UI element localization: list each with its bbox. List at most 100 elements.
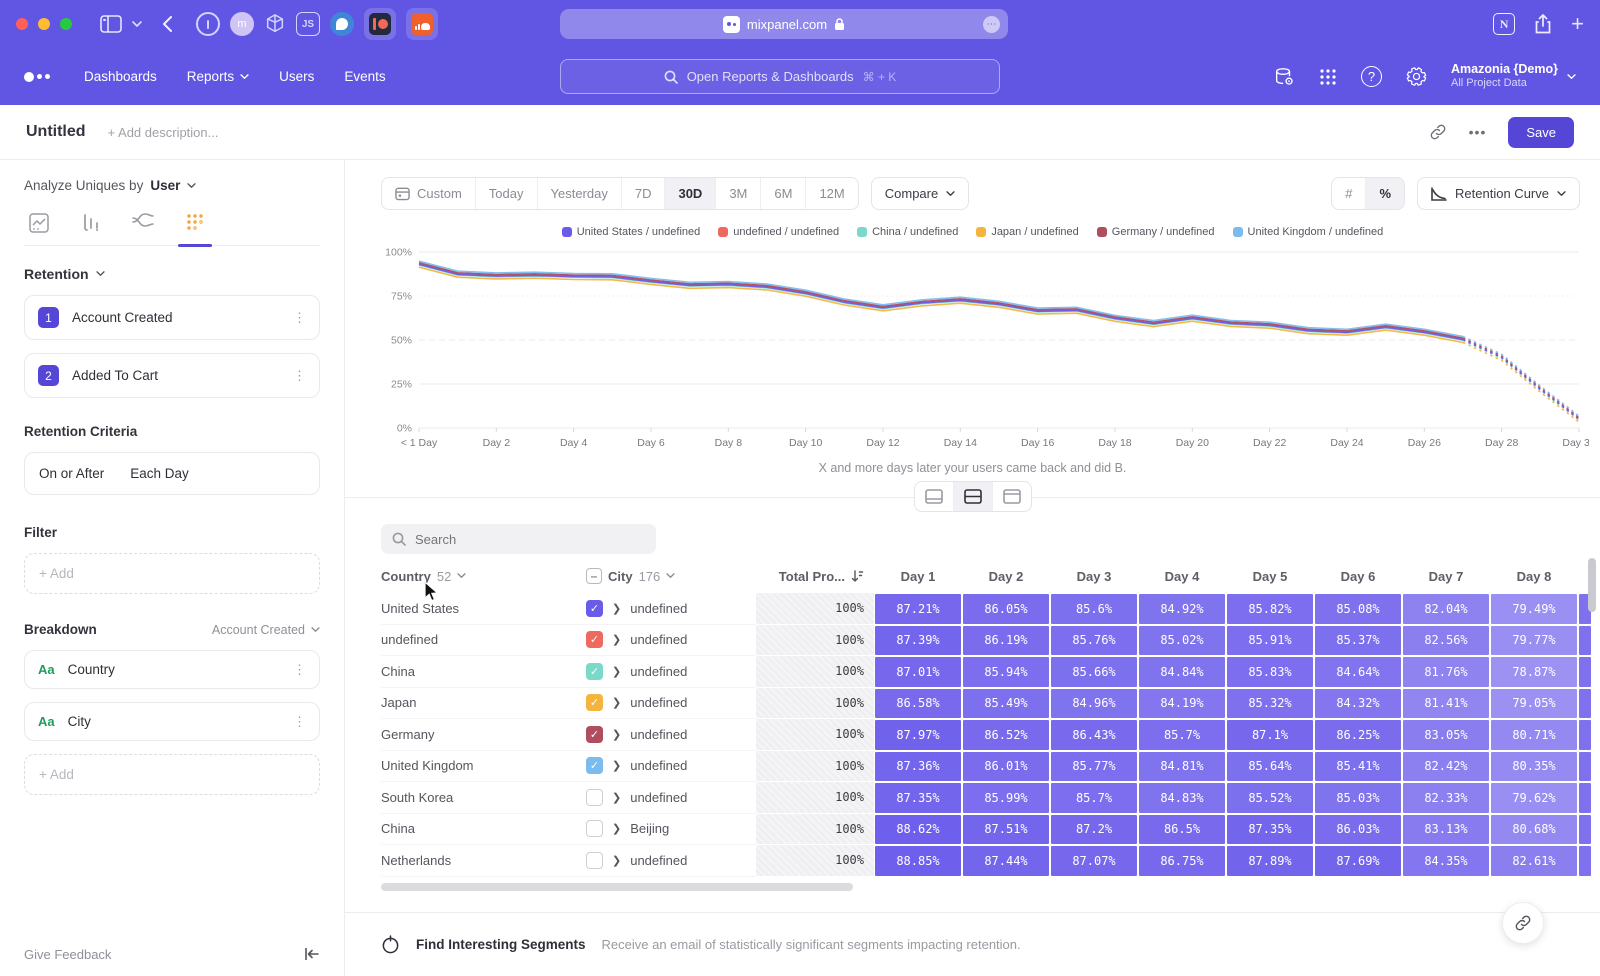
collapse-sidebar-icon[interactable] [304,947,320,961]
breakdown-event-selector[interactable]: Account Created [212,623,320,637]
bird-extension-icon[interactable] [330,12,354,36]
day-column-header[interactable]: Day 1 [874,569,962,584]
day-column-header[interactable]: Day 8 [1490,569,1578,584]
unit-number-toggle[interactable]: # [1332,178,1366,209]
expand-row-icon[interactable]: ❯ [612,696,621,709]
range-today[interactable]: Today [476,178,538,209]
window-zoom-button[interactable] [60,18,72,30]
expand-row-icon[interactable]: ❯ [612,854,621,867]
expand-row-icon[interactable]: ❯ [612,791,621,804]
select-all-checkbox[interactable]: – [586,568,602,584]
share-icon[interactable] [1535,14,1551,34]
url-more-icon[interactable]: ⋯ [983,16,1000,33]
retention-section-label[interactable]: Retention [24,266,89,282]
tab-flows[interactable] [128,213,158,233]
back-icon[interactable] [162,16,172,32]
row-checkbox[interactable]: ✓ [586,631,603,648]
cube-extension-icon[interactable] [264,13,286,35]
share-link-fab[interactable] [1502,902,1544,944]
breakdown-add-button[interactable]: + Add [24,754,320,795]
js-extension-icon[interactable]: JS [296,12,320,36]
find-segments-title[interactable]: Find Interesting Segments [416,937,586,952]
retention-criteria-card[interactable]: On or After Each Day [24,452,320,495]
range-12m[interactable]: 12M [806,178,857,209]
range-custom[interactable]: Custom [382,178,476,209]
horizontal-scrollbar[interactable] [381,883,853,891]
kebab-menu-icon[interactable]: ⋮ [293,372,306,380]
kebab-menu-icon[interactable]: ⋮ [293,314,306,322]
range-6m[interactable]: 6M [761,178,806,209]
range-7d[interactable]: 7D [622,178,666,209]
global-search-button[interactable]: Open Reports & Dashboards ⌘ + K [560,59,1000,94]
give-feedback-link[interactable]: Give Feedback [24,947,111,962]
analyze-uniques-value[interactable]: User [150,178,180,193]
day-column-header[interactable]: Day 2 [962,569,1050,584]
row-checkbox[interactable]: ✓ [586,600,603,617]
filter-add-button[interactable]: + Add [24,553,320,594]
m-extension-icon[interactable]: m [230,12,254,36]
tab-overview-chevron-icon[interactable] [132,21,142,28]
window-minimize-button[interactable] [38,18,50,30]
legend-item[interactable]: United Kingdom / undefined [1233,226,1384,238]
city-column-header[interactable]: – City176 [586,568,756,584]
expand-row-icon[interactable]: ❯ [612,822,621,835]
nav-item-dashboards[interactable]: Dashboards [84,69,157,84]
legend-item[interactable]: United States / undefined [562,226,701,238]
report-title[interactable]: Untitled [26,123,86,141]
compare-button[interactable]: Compare [871,177,969,210]
row-checkbox[interactable]: ✓ [586,726,603,743]
range-3m[interactable]: 3M [716,178,761,209]
day-column-header[interactable]: Day 5 [1226,569,1314,584]
row-checkbox[interactable]: ✓ [586,663,603,680]
tab-funnels[interactable] [76,213,106,233]
legend-item[interactable]: Japan / undefined [976,226,1078,238]
legend-item[interactable]: undefined / undefined [718,226,839,238]
tab-retention[interactable] [180,213,210,233]
range-yesterday[interactable]: Yesterday [538,178,622,209]
kebab-menu-icon[interactable]: ⋮ [293,666,306,674]
row-checkbox[interactable] [586,852,603,869]
data-management-icon[interactable] [1273,66,1295,88]
help-icon[interactable]: ? [1361,66,1382,87]
unit-percent-toggle[interactable]: % [1366,178,1404,209]
window-close-button[interactable] [16,18,28,30]
row-checkbox[interactable] [586,789,603,806]
new-tab-icon[interactable]: + [1571,11,1584,37]
nav-item-reports[interactable]: Reports [187,69,249,84]
more-options-icon[interactable]: ••• [1469,124,1487,140]
nav-item-users[interactable]: Users [279,69,314,84]
retention-step-2[interactable]: 2Added To Cart⋮ [24,353,320,398]
expand-row-icon[interactable]: ❯ [612,759,621,772]
breakdown-city[interactable]: AaCity⋮ [24,702,320,741]
expand-row-icon[interactable]: ❯ [612,728,621,741]
mixpanel-logo[interactable] [24,72,50,82]
table-search[interactable] [381,524,656,554]
vertical-scrollbar[interactable] [1588,558,1596,612]
onepassword-extension-icon[interactable] [196,12,220,36]
breakdown-country[interactable]: AaCountry⋮ [24,650,320,689]
total-column-header[interactable]: Total Pro... [756,569,874,584]
row-checkbox[interactable]: ✓ [586,757,603,774]
sidebar-toggle-icon[interactable] [100,15,122,33]
expand-row-icon[interactable]: ❯ [612,665,621,678]
soundcloud-extension-icon[interactable] [406,8,438,40]
tab-insights[interactable] [24,213,54,233]
nav-item-events[interactable]: Events [344,69,385,84]
expand-row-icon[interactable]: ❯ [612,633,621,646]
row-checkbox[interactable] [586,820,603,837]
address-bar[interactable]: mixpanel.com ⋯ [560,9,1008,39]
notion-tab-icon[interactable]: N [1493,13,1515,35]
kebab-menu-icon[interactable]: ⋮ [293,718,306,726]
patreon-extension-icon[interactable] [364,8,396,40]
save-button[interactable]: Save [1508,117,1574,148]
day-column-header[interactable]: Day 3 [1050,569,1138,584]
legend-item[interactable]: China / undefined [857,226,958,238]
retention-step-1[interactable]: 1Account Created⋮ [24,295,320,340]
criteria-on-or-after[interactable]: On or After [39,466,104,481]
range-30d[interactable]: 30D [665,178,716,209]
apps-grid-icon[interactable] [1319,68,1337,86]
expand-row-icon[interactable]: ❯ [612,602,621,615]
add-description-button[interactable]: + Add description... [108,125,219,140]
table-search-input[interactable] [415,532,635,547]
day-column-header[interactable]: Day 7 [1402,569,1490,584]
